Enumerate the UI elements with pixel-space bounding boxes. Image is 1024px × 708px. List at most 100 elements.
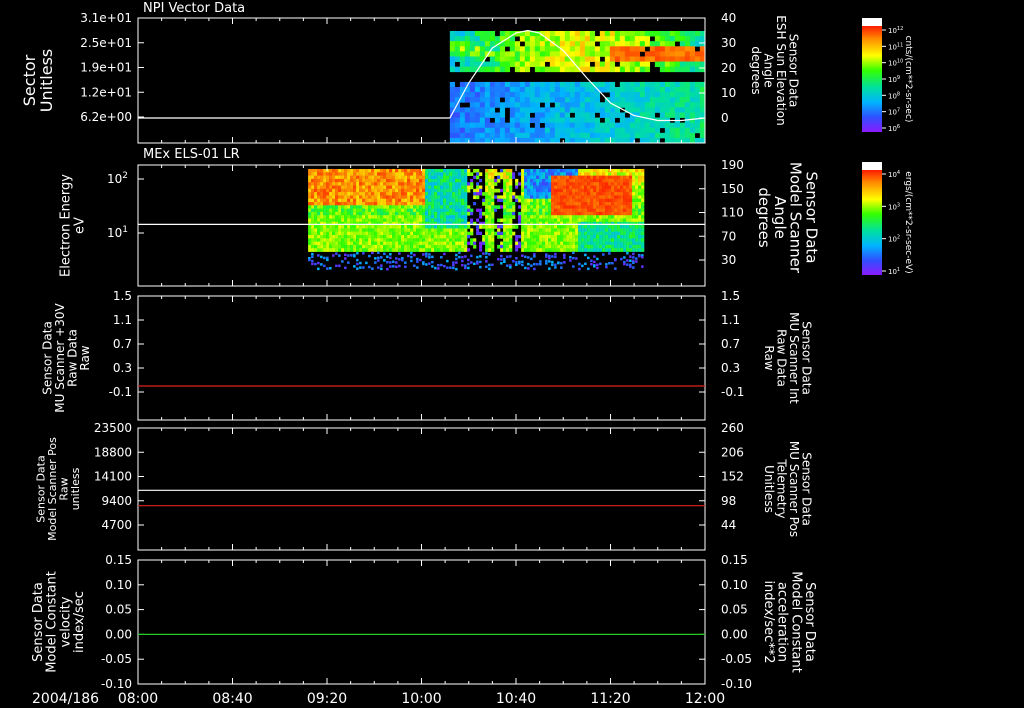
heat-cell [539, 61, 546, 68]
heat-cell [425, 205, 429, 209]
heat-cell [398, 195, 402, 200]
heat-cell [326, 228, 330, 233]
heat-cell [500, 175, 504, 180]
heat-cell [629, 202, 633, 206]
heat-cell [572, 228, 576, 233]
heat-cell [479, 178, 483, 183]
heat-cell [452, 248, 456, 252]
heat-cell [545, 208, 549, 213]
heat-cell [626, 192, 630, 196]
heat-cell [509, 178, 513, 183]
heat-cell [452, 235, 456, 239]
heat-cell [527, 172, 531, 176]
heat-cell [524, 56, 531, 62]
heat-cell [503, 175, 507, 180]
heat-cell [533, 218, 537, 223]
heat-cell [443, 172, 447, 176]
heat-cell [579, 46, 586, 52]
heat-cell [569, 92, 576, 98]
heat-cell [504, 81, 511, 88]
heat-cell [575, 208, 579, 213]
heat-cell [593, 192, 597, 196]
heat-cell [654, 81, 661, 88]
heat-cell [590, 248, 594, 252]
heat-cell [437, 208, 441, 213]
y2-axis-label: Sensor DataESH Sun ElevationAngledegrees [749, 15, 801, 125]
heat-cell [579, 81, 586, 88]
heat-cell [605, 202, 609, 206]
heat-cell [529, 61, 536, 68]
heat-cell [533, 182, 537, 186]
heat-speck [551, 255, 554, 258]
heat-cell [644, 87, 651, 93]
heat-cell [674, 112, 681, 118]
heat-cell [557, 208, 561, 213]
heat-cell [425, 231, 429, 236]
heat-cell [428, 238, 432, 242]
heat-cell [389, 175, 393, 180]
heat-cell [536, 205, 540, 209]
heat-cell [575, 169, 579, 173]
heat-cell [544, 51, 551, 57]
heat-cell [549, 66, 556, 73]
heat-cell [353, 244, 357, 249]
heat-cell [638, 169, 642, 173]
heat-cell [572, 195, 576, 200]
heat-cell [504, 97, 511, 103]
heat-cell [320, 208, 324, 213]
heat-cell [629, 61, 636, 68]
heat-cell [362, 241, 366, 246]
heat-cell [458, 169, 462, 173]
heat-cell [664, 81, 671, 88]
heat-cell [469, 46, 476, 52]
heat-cell [584, 202, 588, 206]
heat-cell [350, 228, 354, 233]
heat-cell [419, 211, 423, 216]
heat-speck [527, 267, 530, 270]
heat-cell [614, 127, 621, 134]
heat-cell [584, 41, 591, 47]
heat-cell [395, 218, 399, 223]
heat-cell [623, 178, 627, 183]
heat-cell [404, 238, 408, 242]
heat-cell [605, 231, 609, 236]
heat-cell [527, 182, 531, 186]
heat-cell [559, 36, 566, 42]
heat-cell [524, 215, 528, 219]
heat-cell [458, 248, 462, 252]
heat-cell [533, 241, 537, 246]
heat-cell [440, 235, 444, 239]
heat-cell [494, 66, 501, 73]
heat-cell [575, 211, 579, 216]
heat-cell [413, 208, 417, 213]
heat-cell [521, 188, 525, 193]
y2-axis-label-line: degrees [755, 187, 773, 248]
heat-cell [539, 228, 543, 233]
heat-cell [605, 218, 609, 223]
heat-cell [395, 188, 399, 193]
heat-cell [356, 182, 360, 186]
heat-cell [347, 235, 351, 239]
y2-axis-label: Sensor DataModel ScannerAngledegrees [755, 162, 820, 274]
heat-cell [503, 169, 507, 173]
heat-cell [311, 172, 315, 176]
heat-cell [614, 178, 618, 183]
heat-cell [504, 61, 511, 68]
heat-cell [341, 228, 345, 233]
heat-cell [554, 198, 558, 203]
heat-cell [654, 87, 661, 93]
heat-cell [569, 225, 573, 229]
y-tick-label: 1.5 [113, 289, 132, 303]
heat-cell [452, 208, 456, 213]
heat-cell [512, 225, 516, 229]
y2-tick-label: 0.3 [721, 361, 740, 375]
heat-cell [581, 218, 585, 223]
heat-cell [557, 235, 561, 239]
heat-cell [514, 117, 521, 124]
heat-cell [470, 208, 474, 213]
heat-cell [503, 195, 507, 200]
heat-cell [620, 205, 624, 209]
heat-cell [425, 182, 429, 186]
heat-cell [431, 238, 435, 242]
heat-cell [365, 235, 369, 239]
